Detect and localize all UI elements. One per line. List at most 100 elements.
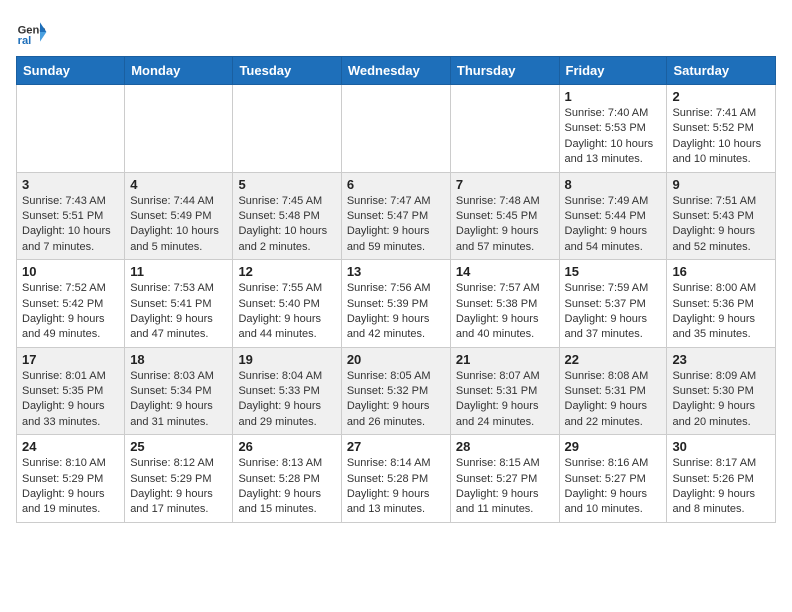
calendar-cell: 22 Sunrise: 8:08 AMSunset: 5:31 PMDayligh… (559, 347, 667, 435)
calendar-cell: 24Sunrise: 8:10 AMSunset: 5:29 PMDayligh… (17, 435, 125, 523)
day-number: 2 (672, 89, 770, 104)
day-number: 16 (672, 264, 770, 279)
day-number: 14 (456, 264, 554, 279)
calendar-cell: 18 Sunrise: 8:03 AMSunset: 5:34 PMDayligh… (125, 347, 233, 435)
calendar-cell: 3 Sunrise: 7:43 AMSunset: 5:51 PMDaylight… (17, 172, 125, 260)
day-info: Sunrise: 8:09 AMSunset: 5:30 PMDaylight:… (672, 369, 770, 431)
day-number: 11 (130, 264, 227, 279)
day-info: Sunrise: 8:16 AMSunset: 5:27 PMDaylight:… (565, 456, 662, 518)
calendar-cell: 15 Sunrise: 7:59 AMSunset: 5:37 PMDayligh… (559, 260, 667, 348)
day-info: Sunrise: 7:52 AMSunset: 5:42 PMDaylight:… (22, 281, 119, 343)
calendar-cell: 19 Sunrise: 8:04 AMSunset: 5:33 PMDayligh… (233, 347, 341, 435)
header-friday: Friday (559, 57, 667, 85)
calendar-cell: 11 Sunrise: 7:53 AMSunset: 5:41 PMDayligh… (125, 260, 233, 348)
day-number: 25 (130, 439, 227, 454)
day-number: 4 (130, 177, 227, 192)
day-number: 7 (456, 177, 554, 192)
calendar-cell: 20 Sunrise: 8:05 AMSunset: 5:32 PMDayligh… (341, 347, 450, 435)
day-info: Sunrise: 7:59 AMSunset: 5:37 PMDaylight:… (565, 281, 662, 343)
day-info: Sunrise: 7:48 AMSunset: 5:45 PMDaylight:… (456, 194, 554, 256)
calendar-cell: 29Sunrise: 8:16 AMSunset: 5:27 PMDayligh… (559, 435, 667, 523)
calendar-cell (125, 85, 233, 173)
day-number: 23 (672, 352, 770, 367)
day-info: Sunrise: 8:01 AMSunset: 5:35 PMDaylight:… (22, 369, 119, 431)
day-info: Sunrise: 7:57 AMSunset: 5:38 PMDaylight:… (456, 281, 554, 343)
day-info: Sunrise: 8:15 AMSunset: 5:27 PMDaylight:… (456, 456, 554, 518)
calendar-table: SundayMondayTuesdayWednesdayThursdayFrid… (16, 56, 776, 523)
calendar-cell: 6Sunrise: 7:47 AMSunset: 5:47 PMDaylight… (341, 172, 450, 260)
day-info: Sunrise: 7:44 AMSunset: 5:49 PMDaylight:… (130, 194, 227, 256)
calendar-cell: 1 Sunrise: 7:40 AMSunset: 5:53 PMDaylight… (559, 85, 667, 173)
header-monday: Monday (125, 57, 233, 85)
day-info: Sunrise: 7:41 AMSunset: 5:52 PMDaylight:… (672, 106, 770, 168)
day-number: 20 (347, 352, 445, 367)
calendar-cell: 26 Sunrise: 8:13 AMSunset: 5:28 PMDayligh… (233, 435, 341, 523)
header-thursday: Thursday (450, 57, 559, 85)
day-info: Sunrise: 8:04 AMSunset: 5:33 PMDaylight:… (238, 369, 335, 431)
day-number: 5 (238, 177, 335, 192)
day-info: Sunrise: 8:17 AMSunset: 5:26 PMDaylight:… (672, 456, 770, 518)
logo-icon: Gene ral (16, 16, 48, 48)
day-number: 9 (672, 177, 770, 192)
calendar-cell: 13 Sunrise: 7:56 AMSunset: 5:39 PMDayligh… (341, 260, 450, 348)
page-header: Gene ral (16, 16, 776, 48)
day-info: Sunrise: 7:45 AMSunset: 5:48 PMDaylight:… (238, 194, 335, 256)
day-info: Sunrise: 7:55 AMSunset: 5:40 PMDaylight:… (238, 281, 335, 343)
day-number: 10 (22, 264, 119, 279)
calendar-cell: 16Sunrise: 8:00 AMSunset: 5:36 PMDayligh… (667, 260, 776, 348)
calendar-cell: 4 Sunrise: 7:44 AMSunset: 5:49 PMDaylight… (125, 172, 233, 260)
calendar-cell (450, 85, 559, 173)
calendar-cell: 17 Sunrise: 8:01 AMSunset: 5:35 PMDayligh… (17, 347, 125, 435)
day-number: 24 (22, 439, 119, 454)
day-info: Sunrise: 8:07 AMSunset: 5:31 PMDaylight:… (456, 369, 554, 431)
calendar-cell (341, 85, 450, 173)
logo: Gene ral (16, 16, 52, 48)
calendar-cell: 23 Sunrise: 8:09 AMSunset: 5:30 PMDayligh… (667, 347, 776, 435)
day-info: Sunrise: 7:40 AMSunset: 5:53 PMDaylight:… (565, 106, 662, 168)
day-info: Sunrise: 8:12 AMSunset: 5:29 PMDaylight:… (130, 456, 227, 518)
day-number: 22 (565, 352, 662, 367)
calendar-header-row: SundayMondayTuesdayWednesdayThursdayFrid… (17, 57, 776, 85)
day-number: 27 (347, 439, 445, 454)
day-info: Sunrise: 7:43 AMSunset: 5:51 PMDaylight:… (22, 194, 119, 256)
calendar-cell: 5 Sunrise: 7:45 AMSunset: 5:48 PMDaylight… (233, 172, 341, 260)
calendar-cell: 25 Sunrise: 8:12 AMSunset: 5:29 PMDayligh… (125, 435, 233, 523)
day-info: Sunrise: 7:53 AMSunset: 5:41 PMDaylight:… (130, 281, 227, 343)
day-number: 17 (22, 352, 119, 367)
calendar-cell: 8 Sunrise: 7:49 AMSunset: 5:44 PMDaylight… (559, 172, 667, 260)
day-info: Sunrise: 7:51 AMSunset: 5:43 PMDaylight:… (672, 194, 770, 256)
calendar-cell (17, 85, 125, 173)
calendar-cell: 7 Sunrise: 7:48 AMSunset: 5:45 PMDaylight… (450, 172, 559, 260)
day-number: 18 (130, 352, 227, 367)
day-info: Sunrise: 8:14 AMSunset: 5:28 PMDaylight:… (347, 456, 445, 518)
day-number: 26 (238, 439, 335, 454)
calendar-cell: 27 Sunrise: 8:14 AMSunset: 5:28 PMDayligh… (341, 435, 450, 523)
header-wednesday: Wednesday (341, 57, 450, 85)
calendar-cell (233, 85, 341, 173)
day-number: 21 (456, 352, 554, 367)
calendar-week-2: 3 Sunrise: 7:43 AMSunset: 5:51 PMDaylight… (17, 172, 776, 260)
day-number: 15 (565, 264, 662, 279)
day-info: Sunrise: 8:08 AMSunset: 5:31 PMDaylight:… (565, 369, 662, 431)
day-info: Sunrise: 8:05 AMSunset: 5:32 PMDaylight:… (347, 369, 445, 431)
header-tuesday: Tuesday (233, 57, 341, 85)
day-number: 13 (347, 264, 445, 279)
day-number: 19 (238, 352, 335, 367)
calendar-week-1: 1 Sunrise: 7:40 AMSunset: 5:53 PMDaylight… (17, 85, 776, 173)
day-info: Sunrise: 7:49 AMSunset: 5:44 PMDaylight:… (565, 194, 662, 256)
day-number: 12 (238, 264, 335, 279)
day-number: 1 (565, 89, 662, 104)
day-info: Sunrise: 8:13 AMSunset: 5:28 PMDaylight:… (238, 456, 335, 518)
calendar-cell: 10 Sunrise: 7:52 AMSunset: 5:42 PMDayligh… (17, 260, 125, 348)
day-number: 3 (22, 177, 119, 192)
calendar-week-3: 10 Sunrise: 7:52 AMSunset: 5:42 PMDayligh… (17, 260, 776, 348)
calendar-cell: 28 Sunrise: 8:15 AMSunset: 5:27 PMDayligh… (450, 435, 559, 523)
day-info: Sunrise: 7:56 AMSunset: 5:39 PMDaylight:… (347, 281, 445, 343)
header-sunday: Sunday (17, 57, 125, 85)
calendar-week-4: 17 Sunrise: 8:01 AMSunset: 5:35 PMDayligh… (17, 347, 776, 435)
day-number: 8 (565, 177, 662, 192)
day-info: Sunrise: 8:03 AMSunset: 5:34 PMDaylight:… (130, 369, 227, 431)
header-saturday: Saturday (667, 57, 776, 85)
day-number: 28 (456, 439, 554, 454)
calendar-cell: 12 Sunrise: 7:55 AMSunset: 5:40 PMDayligh… (233, 260, 341, 348)
